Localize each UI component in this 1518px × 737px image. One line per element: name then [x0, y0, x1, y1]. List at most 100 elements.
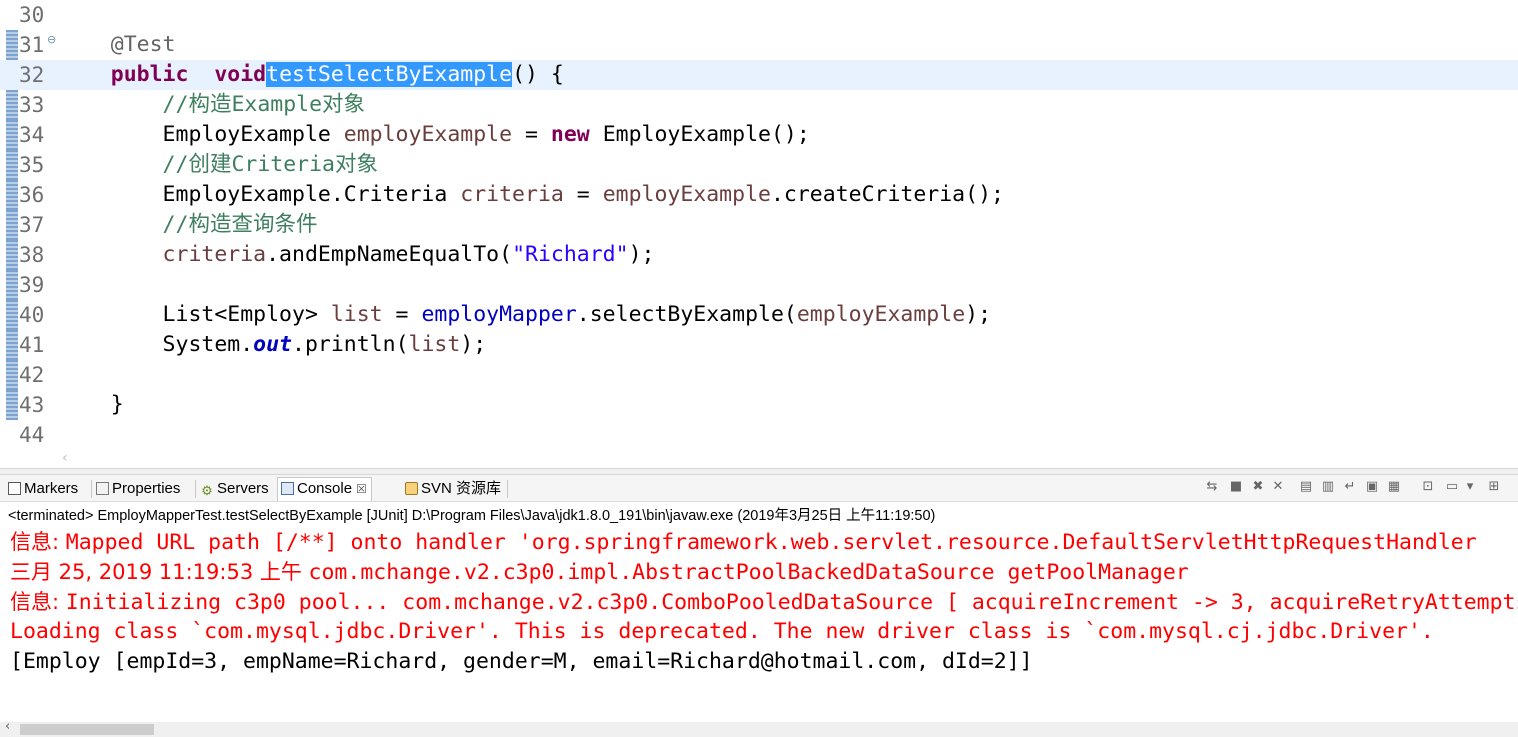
- word-wrap-icon[interactable]: ↵: [1342, 479, 1358, 495]
- code-token: =: [563, 182, 603, 207]
- code-token: //构造Example对象: [59, 92, 366, 117]
- tab-markers[interactable]: Markers: [6, 478, 78, 501]
- show-on-error-icon[interactable]: ▦: [1386, 479, 1402, 495]
- console-line-text: Initializing c3p0 pool... com.mchange.v2…: [65, 590, 1518, 615]
- line-number: 35: [19, 153, 45, 177]
- link-icon[interactable]: ⇆: [1204, 479, 1220, 495]
- code-line[interactable]: 32 public voidtestSelectByExample() {: [0, 60, 1518, 90]
- code-token: public: [59, 62, 189, 87]
- code-lines[interactable]: 30 31 ⊖ @Test 32 public voidtestSelectByExa…: [0, 0, 1518, 448]
- dropdown-icon[interactable]: ▾: [1462, 479, 1478, 495]
- scrollbar-thumb[interactable]: [20, 724, 154, 735]
- code-token: list: [330, 302, 383, 327]
- console-horizontal-scrollbar[interactable]: ‹: [0, 719, 1518, 737]
- code-line[interactable]: 31 ⊖ @Test: [0, 30, 1518, 60]
- console-line-text: Loading class `com.mysql.jdbc.Driver'. T…: [10, 619, 1434, 644]
- code-token: employExample: [602, 182, 771, 207]
- tab-svn-repository[interactable]: SVN 资源库: [403, 478, 501, 501]
- code-line[interactable]: 38 criteria.andEmpNameEqualTo("Richard")…: [0, 240, 1518, 270]
- code-token: List<Employ>: [59, 302, 331, 327]
- scroll-lock-icon[interactable]: ▥: [1320, 479, 1336, 495]
- code-token: //构造查询条件: [59, 212, 318, 237]
- code-token: () {: [512, 62, 564, 87]
- console-line-prefix: 三月 25, 2019 11:19:53 上午: [10, 560, 309, 584]
- selected-method-name: testSelectByExample: [266, 62, 513, 87]
- console-output[interactable]: 信息: Mapped URL path [/**] onto handler '…: [10, 527, 1518, 677]
- clear-console-icon[interactable]: ▤: [1298, 479, 1314, 495]
- code-token: );: [460, 332, 487, 357]
- line-number: 38: [19, 243, 45, 267]
- code-line[interactable]: 34 EmployExample employExample = new Emp…: [0, 120, 1518, 150]
- code-token: .andEmpNameEqualTo(: [266, 242, 513, 267]
- scroll-left-icon[interactable]: ‹: [62, 448, 68, 468]
- code-line[interactable]: 35 //创建Criteria对象: [0, 150, 1518, 180]
- tab-servers[interactable]: ⚙ Servers: [198, 478, 269, 501]
- code-token: .selectByExample(: [576, 302, 797, 327]
- code-line[interactable]: 30: [0, 0, 1518, 30]
- code-token: employExample: [796, 302, 966, 327]
- console-line-text: [Employ [empId=3, empName=Richard, gende…: [10, 649, 1033, 674]
- code-line[interactable]: 33 //构造Example对象: [0, 90, 1518, 120]
- line-number: 40: [19, 303, 45, 327]
- code-text: public voidtestSelectByExample() {: [59, 60, 564, 90]
- line-number: 39: [19, 273, 45, 297]
- scroll-left-icon[interactable]: ‹: [5, 719, 10, 734]
- code-token: employMapper: [421, 302, 577, 327]
- terminate-icon[interactable]: ■: [1228, 479, 1244, 495]
- code-token: "Richard": [512, 242, 629, 267]
- editor-horizontal-scrollbar[interactable]: ‹: [0, 448, 1518, 468]
- console-line-prefix: 信息:: [10, 590, 66, 614]
- code-text: System.out.println(list);: [59, 330, 487, 360]
- line-number: 32: [19, 63, 45, 87]
- close-icon[interactable]: ☒: [356, 482, 367, 496]
- code-text: criteria.andEmpNameEqualTo("Richard");: [59, 240, 655, 270]
- markers-icon: [8, 482, 21, 495]
- console-line-text: Mapped URL path [/**] onto handler 'org.…: [65, 530, 1477, 555]
- code-token: EmployExample.Criteria: [59, 182, 461, 207]
- code-token: new: [550, 122, 590, 147]
- code-text: @Test: [59, 30, 176, 60]
- code-token: @Test: [59, 32, 176, 57]
- tab-properties[interactable]: Properties: [94, 478, 180, 501]
- tab-label: Console: [297, 480, 353, 497]
- view-tab-bar: Markers Properties ⚙ Servers Console ☒ SVN…: [0, 475, 1518, 502]
- console-view: Markers Properties ⚙ Servers Console ☒ SVN…: [0, 475, 1518, 737]
- code-token: .println(: [292, 332, 409, 357]
- code-token: //创建Criteria对象: [59, 152, 378, 177]
- code-token: EmployExample: [59, 122, 344, 147]
- code-line[interactable]: 40 List<Employ> list = employMapper.sele…: [0, 300, 1518, 330]
- code-token: =: [382, 302, 422, 327]
- code-editor[interactable]: 30 31 ⊖ @Test 32 public voidtestSelectByExa…: [0, 0, 1518, 448]
- code-line[interactable]: 42: [0, 360, 1518, 390]
- code-token: EmployExample();: [589, 122, 810, 147]
- console-toolbar: ⇆ ■ ✖ ✕ ▤ ▥ ↵ ▣ ▦ ⊡ ▭ ▾ ⊞: [1204, 479, 1514, 499]
- code-text: //构造查询条件: [59, 210, 318, 240]
- tab-label: Properties: [112, 480, 181, 497]
- code-text: EmployExample.Criteria criteria = employ…: [59, 180, 1004, 210]
- pane-divider[interactable]: [0, 468, 1518, 475]
- code-line[interactable]: 43 }: [0, 390, 1518, 420]
- code-line[interactable]: 41 System.out.println(list);: [0, 330, 1518, 360]
- code-token: );: [628, 242, 655, 267]
- show-on-output-icon[interactable]: ▣: [1364, 479, 1380, 495]
- remove-all-icon[interactable]: ✕: [1270, 479, 1286, 495]
- console-line: 信息: Mapped URL path [/**] onto handler '…: [10, 527, 1518, 557]
- tab-separator: [507, 480, 508, 498]
- fold-toggle-icon[interactable]: ⊖: [47, 25, 56, 55]
- pin-console-icon[interactable]: ⊡: [1420, 479, 1436, 495]
- tab-console[interactable]: Console ☒: [277, 477, 372, 501]
- console-line: Loading class `com.mysql.jdbc.Driver'. T…: [10, 617, 1518, 647]
- code-token: .createCriteria();: [770, 182, 1004, 207]
- remove-launch-icon[interactable]: ✖: [1250, 479, 1266, 495]
- code-line[interactable]: 37 //构造查询条件: [0, 210, 1518, 240]
- line-number: 34: [19, 123, 45, 147]
- console-line: 三月 25, 2019 11:19:53 上午 com.mchange.v2.c…: [10, 557, 1518, 587]
- code-line[interactable]: 44: [0, 420, 1518, 448]
- code-token: );: [965, 302, 992, 327]
- new-console-icon[interactable]: ⊞: [1486, 479, 1502, 495]
- code-line[interactable]: 36 EmployExample.Criteria criteria = emp…: [0, 180, 1518, 210]
- display-console-icon[interactable]: ▭: [1444, 479, 1460, 495]
- code-line[interactable]: 39: [0, 270, 1518, 300]
- code-token: criteria: [460, 182, 564, 207]
